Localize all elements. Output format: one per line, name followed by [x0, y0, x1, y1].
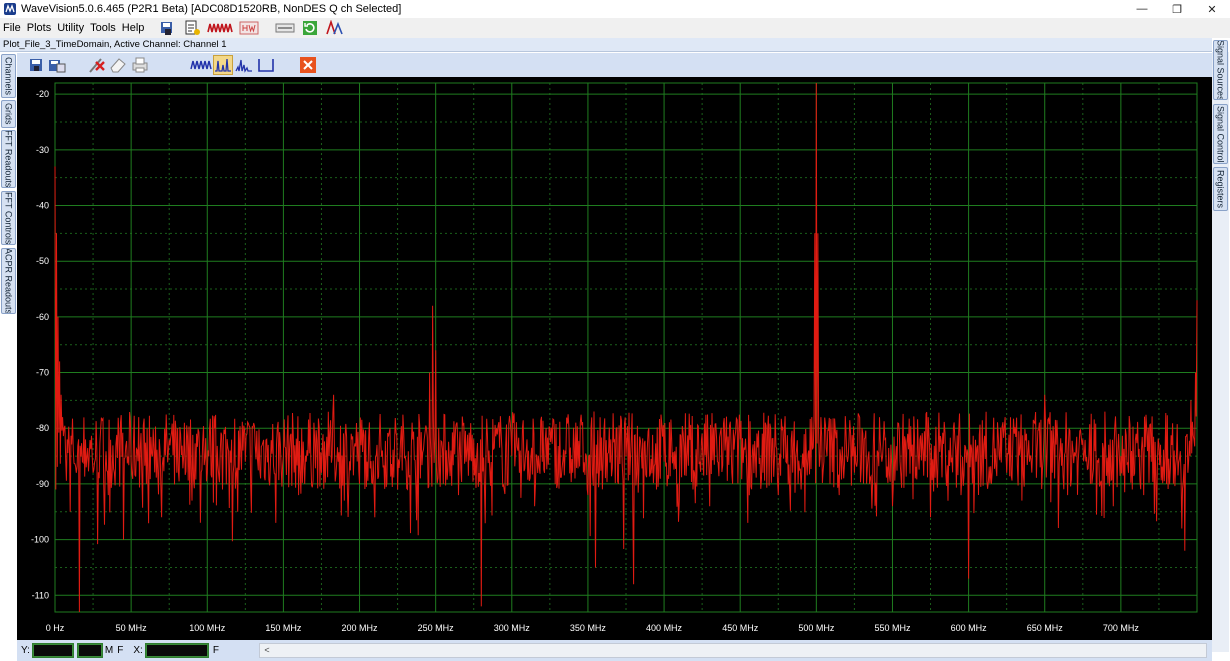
y-readout-field-2	[76, 643, 103, 658]
m-label[interactable]: M	[105, 645, 113, 656]
y-tick-label: -90	[36, 479, 49, 489]
x-tick-label: 400 MHz	[646, 623, 683, 633]
x-readout-label: X:	[133, 645, 143, 656]
time-domain-icon[interactable]	[189, 55, 213, 75]
histogram-icon[interactable]	[233, 55, 255, 75]
menu-plots[interactable]: Plots	[24, 22, 54, 34]
print-icon[interactable]	[129, 55, 151, 75]
y-tick-label: -30	[36, 145, 49, 155]
save-as-icon[interactable]	[47, 55, 67, 75]
x-tick-label: 500 MHz	[798, 623, 835, 633]
x-tick-label: 0 Hz	[46, 623, 65, 633]
tab-signal-control[interactable]: Signal Control	[1213, 104, 1228, 164]
tab-channels[interactable]: Channels	[1, 54, 16, 98]
y-tick-label: -70	[36, 368, 49, 378]
scroll-left-arrow[interactable]: <	[260, 644, 274, 657]
x-tick-label: 600 MHz	[951, 623, 988, 633]
x-tick-label: 550 MHz	[874, 623, 911, 633]
menu-utility[interactable]: Utility	[54, 22, 87, 34]
y-tick-label: -40	[36, 201, 49, 211]
fft-icon[interactable]	[213, 55, 233, 75]
close-plot-icon[interactable]	[299, 55, 317, 75]
clear-cursor-icon[interactable]	[85, 55, 107, 75]
eraser-icon[interactable]	[107, 55, 129, 75]
hardware-icon[interactable]	[239, 20, 259, 36]
x-readout-field	[144, 643, 209, 658]
y-tick-label: -60	[36, 312, 49, 322]
fft-plot[interactable]: 0 Hz 50 MHz 100 MHz 150 MHz 200 MHz 250 MHz 30…	[17, 77, 1212, 640]
app-window: WaveVision5.0.6.465 (P2R1 Beta) [ADC08D1…	[0, 0, 1230, 661]
y-readout-field	[31, 643, 74, 658]
title-bar: WaveVision5.0.6.465 (P2R1 Beta) [ADC08D1…	[0, 0, 1230, 18]
tab-registers[interactable]: Registers	[1213, 167, 1228, 211]
close-button[interactable]: ✕	[1198, 0, 1226, 18]
fft-chart-svg: 0 Hz 50 MHz 100 MHz 150 MHz 200 MHz 250 MHz 30…	[31, 82, 1198, 633]
x-tick-label: 50 MHz	[116, 623, 148, 633]
y-readout-label: Y:	[21, 645, 30, 656]
tab-acpr-readouts[interactable]: ACPR Readouts	[1, 248, 16, 314]
tab-fft-controls[interactable]: FFT Controls	[1, 191, 16, 245]
y-tick-label: -50	[36, 256, 49, 266]
menu-tools[interactable]: Tools	[87, 22, 119, 34]
horizontal-scrollbar[interactable]: <	[259, 643, 1207, 658]
x-tick-label: 150 MHz	[265, 623, 302, 633]
right-side-panel: Signal Sources Signal Control Registers	[1212, 40, 1229, 652]
x-tick-label: 250 MHz	[418, 623, 455, 633]
x-tick-label: 650 MHz	[1027, 623, 1064, 633]
minimize-button[interactable]: —	[1128, 0, 1156, 18]
refresh-icon[interactable]	[301, 20, 319, 36]
waveform-icon[interactable]	[207, 20, 234, 36]
y-tick-label: -110	[32, 590, 49, 600]
x-tick-label: 450 MHz	[722, 623, 759, 633]
tab-grids[interactable]: Grids	[1, 100, 16, 128]
y-tick-label: -80	[36, 423, 49, 433]
new-plot-icon[interactable]	[183, 20, 201, 36]
x-tick-label: 350 MHz	[570, 623, 607, 633]
menu-file[interactable]: File	[0, 22, 24, 34]
x-tick-label: 200 MHz	[342, 623, 379, 633]
main-toolbar	[159, 20, 344, 36]
plot-frame	[54, 82, 1198, 613]
y-tick-label: -100	[31, 535, 49, 545]
y-tick-label: -20	[36, 89, 49, 99]
status-bar: Y: M F X: F <	[17, 640, 1212, 661]
f-label[interactable]: F	[117, 645, 123, 656]
connection-icon[interactable]	[275, 20, 295, 36]
left-side-panel: Channels Grids FFT Readouts FFT Controls…	[0, 52, 17, 652]
spectrum-trace	[54, 82, 1198, 613]
spectrum-mask-icon[interactable]	[255, 55, 277, 75]
menu-help[interactable]: Help	[119, 22, 148, 34]
tab-signal-sources[interactable]: Signal Sources	[1213, 40, 1228, 100]
save-plot-icon[interactable]	[159, 20, 177, 36]
analyze-icon[interactable]	[325, 20, 344, 36]
x-tick-label: 300 MHz	[494, 623, 531, 633]
f2-label[interactable]: F	[213, 645, 219, 656]
restore-button[interactable]: ❐	[1163, 0, 1191, 18]
x-tick-label: 100 MHz	[189, 623, 226, 633]
menu-bar: File Plots Utility Tools Help	[0, 18, 1230, 38]
plot-header: Plot_File_3_TimeDomain, Active Channel: …	[0, 38, 1212, 52]
plot-toolbar	[17, 53, 1212, 77]
tab-fft-readouts[interactable]: FFT Readouts	[1, 130, 16, 188]
app-logo-icon	[4, 3, 16, 15]
window-title: WaveVision5.0.6.465 (P2R1 Beta) [ADC08D1…	[21, 3, 402, 15]
x-tick-label: 700 MHz	[1103, 623, 1140, 633]
save-icon[interactable]	[27, 55, 47, 75]
